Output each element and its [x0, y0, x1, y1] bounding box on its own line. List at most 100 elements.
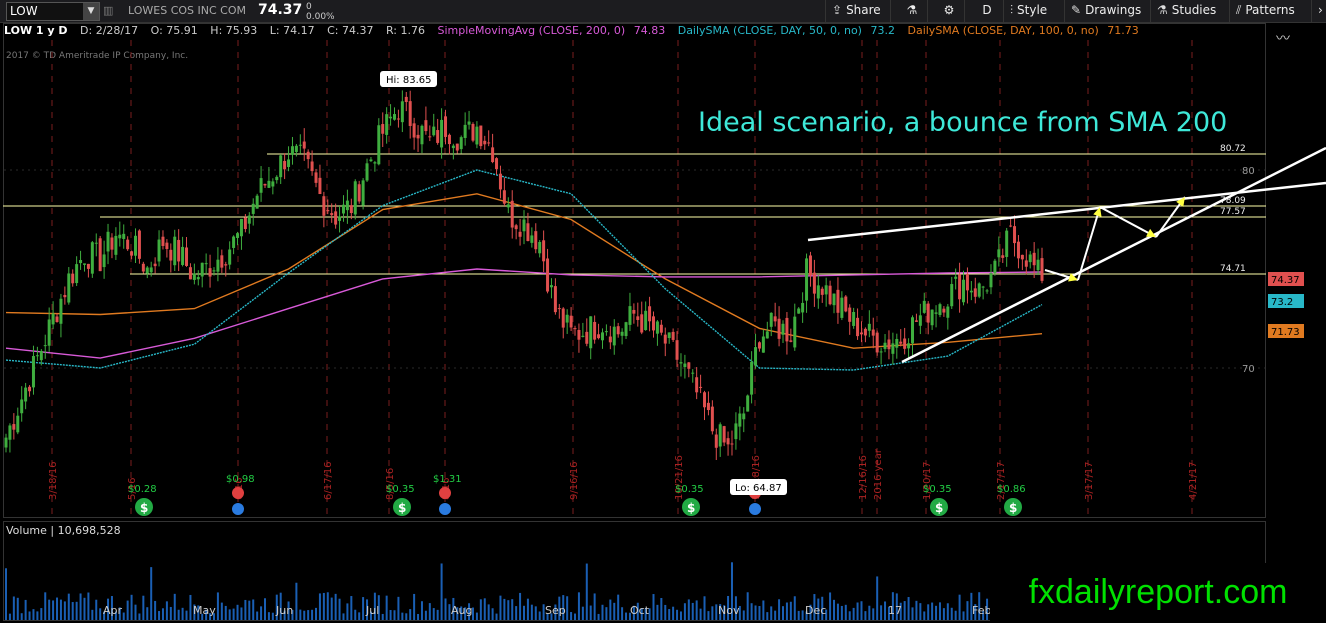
volume-bar — [424, 610, 427, 620]
candle-body — [220, 255, 224, 268]
candle-body — [962, 279, 966, 303]
candle-body — [12, 424, 16, 430]
volume-bar — [868, 605, 871, 620]
candle-body — [318, 177, 322, 195]
volume-bar — [499, 595, 502, 620]
candle-body — [730, 443, 734, 445]
candle-body — [644, 310, 648, 331]
candle-body — [94, 242, 98, 244]
candle-body — [161, 236, 165, 246]
event-date-label: 6/17/16 — [323, 461, 334, 500]
candle-body — [334, 211, 338, 225]
candle-body — [903, 338, 907, 349]
candle-body — [856, 317, 860, 337]
volume-bar — [699, 608, 702, 620]
candle-body — [228, 249, 232, 265]
volume-bar — [903, 601, 906, 620]
price-chart[interactable]: 80.7278.0977.5774.7174.3773.271.73 3/18/… — [0, 0, 1326, 623]
volume-bar — [83, 597, 86, 620]
candle-body — [447, 134, 451, 145]
candle-body — [16, 415, 20, 433]
event-date-label: 9/16/16 — [569, 461, 580, 500]
candle-body — [377, 125, 381, 165]
candle-body — [805, 258, 809, 301]
candle-body — [514, 225, 518, 230]
candle-body — [793, 316, 797, 348]
candle-body — [306, 151, 310, 160]
volume-bar — [840, 605, 843, 620]
candle-body — [420, 125, 424, 145]
candle-body — [887, 339, 891, 350]
candle-body — [82, 263, 86, 265]
dividend-label: $0.98 — [226, 474, 255, 485]
candle-body — [557, 308, 561, 310]
candle-body — [63, 295, 67, 298]
volume-bar — [833, 599, 836, 620]
candle-body — [444, 116, 448, 137]
candle-body — [314, 172, 318, 183]
volume-bar — [334, 593, 337, 620]
volume-bar — [134, 604, 137, 620]
chart-style-icon[interactable]: 〰 — [1276, 28, 1290, 48]
volume-bar — [511, 599, 514, 620]
candle-body — [463, 124, 467, 138]
volume-bar — [32, 609, 35, 620]
candle-body — [969, 290, 973, 293]
candle-body — [726, 438, 730, 445]
volume-bar — [530, 604, 533, 620]
volume-bar — [483, 598, 486, 620]
volume-bar — [660, 598, 663, 620]
volume-bar — [389, 610, 392, 620]
candle-body — [102, 254, 106, 268]
volume-bar — [350, 596, 353, 620]
volume-bar — [962, 611, 965, 620]
volume-bar — [307, 610, 310, 620]
volume-bar — [695, 600, 698, 620]
candle-body — [589, 316, 593, 349]
candle-body — [640, 314, 644, 333]
candle-body — [424, 120, 428, 132]
candle-body — [522, 219, 526, 232]
volume-bar — [393, 610, 396, 620]
candle-body — [754, 347, 758, 366]
volume-bar — [495, 613, 498, 620]
volume-bar — [581, 606, 584, 620]
candle-body — [20, 399, 24, 414]
price-level-label: 78.09 — [1220, 196, 1246, 206]
candle-body — [145, 267, 149, 274]
candle-body — [467, 121, 471, 125]
candle-body — [659, 324, 663, 333]
candle-body — [396, 118, 400, 120]
volume-bar — [318, 593, 321, 620]
volume-bar — [954, 610, 957, 620]
volume-bar — [67, 593, 70, 620]
volume-bar — [216, 592, 219, 620]
x-tick-label: Oct — [630, 604, 650, 617]
candle-body — [357, 184, 361, 202]
volume-bar — [444, 598, 447, 620]
volume-bar — [876, 576, 879, 620]
candle-body — [612, 326, 616, 346]
candle-body — [997, 249, 1001, 258]
candle-body — [954, 276, 958, 279]
volume-bar — [36, 611, 39, 620]
candle-body — [808, 255, 812, 276]
candle-body — [797, 308, 801, 314]
volume-bar — [907, 597, 910, 620]
volume-bar — [778, 599, 781, 620]
volume-bar — [95, 599, 98, 620]
volume-bar — [774, 610, 777, 620]
candle-body — [114, 235, 118, 255]
candle-body — [134, 235, 137, 256]
candle-body — [950, 284, 954, 307]
candle-body — [930, 309, 934, 326]
price-level-label: 77.57 — [1220, 207, 1246, 217]
candle-body — [616, 326, 620, 335]
candle-body — [922, 300, 926, 313]
candle-body — [816, 285, 820, 299]
candle-body — [911, 317, 914, 344]
candle-body — [247, 215, 251, 224]
volume-bar — [146, 607, 149, 620]
volume-bar — [177, 609, 180, 620]
volume-bar — [432, 608, 435, 620]
